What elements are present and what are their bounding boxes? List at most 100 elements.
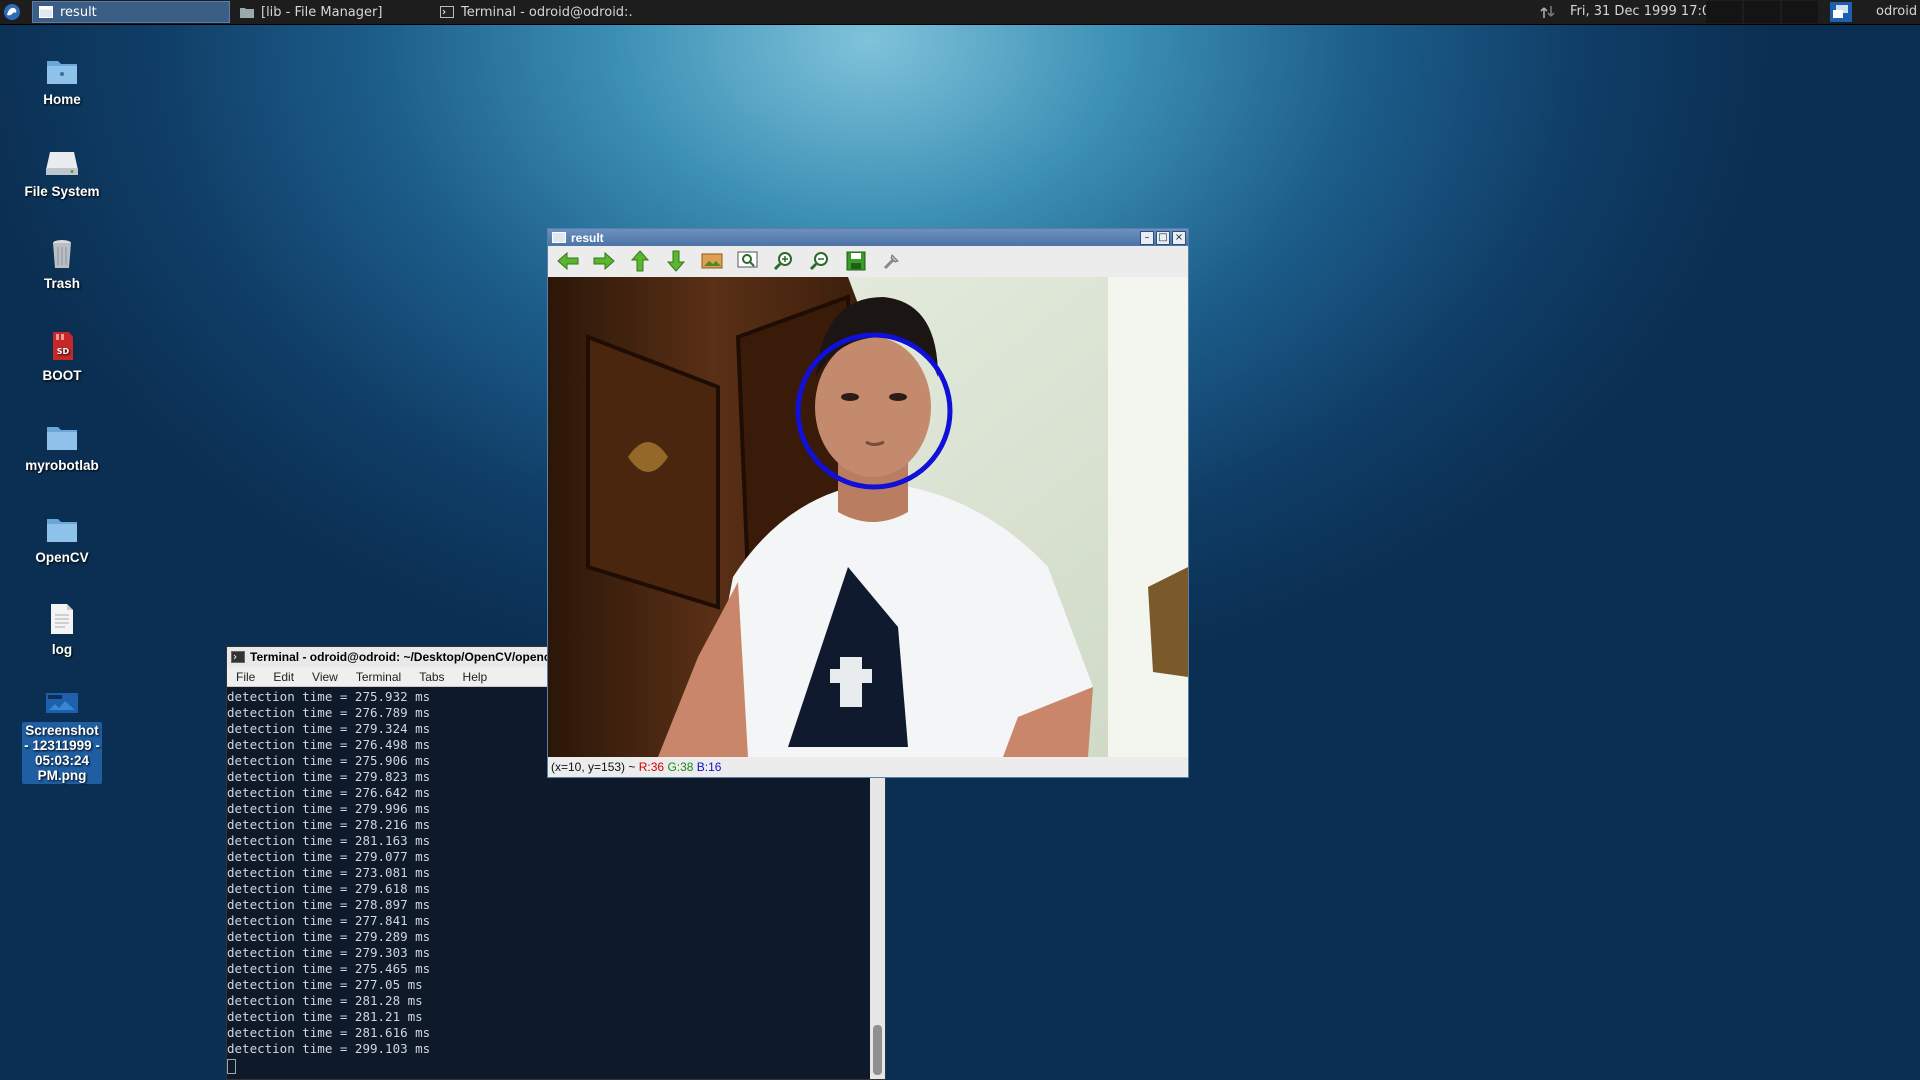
arrow-right-icon	[593, 252, 615, 270]
folder-icon	[47, 519, 77, 542]
desktop-icon-screenshot[interactable]: Screenshot - 12311999 - 05:03:24 PM.png	[22, 690, 102, 784]
terminal-line: detection time = 281.28 ms	[227, 993, 423, 1008]
terminal-line: detection time = 279.077 ms	[227, 849, 431, 864]
terminal-line: detection time = 277.05 ms	[227, 977, 423, 992]
svg-text:SD: SD	[57, 347, 70, 356]
workspace-2[interactable]	[1744, 1, 1780, 23]
terminal-cursor	[227, 1059, 236, 1074]
desktop-icon-trash[interactable]: Trash	[12, 238, 112, 291]
arrow-up-icon	[631, 250, 649, 272]
sd-card-icon: SD	[53, 332, 73, 360]
desktop-icon-label: log	[51, 642, 73, 657]
terminal-icon	[231, 651, 245, 663]
zoom-in-button[interactable]	[770, 249, 798, 273]
menu-edit[interactable]: Edit	[264, 670, 303, 684]
terminal-line: detection time = 276.642 ms	[227, 785, 431, 800]
properties-button[interactable]	[878, 249, 906, 273]
camera-frame[interactable]	[548, 277, 1188, 757]
terminal-line: detection time = 279.996 ms	[227, 801, 431, 816]
pan-right-button[interactable]	[590, 249, 618, 273]
menu-tabs[interactable]: Tabs	[410, 670, 453, 684]
menu-file[interactable]: File	[227, 670, 264, 684]
text-file-icon	[51, 604, 73, 634]
pan-left-button[interactable]	[554, 249, 582, 273]
terminal-line: detection time = 279.618 ms	[227, 881, 431, 896]
terminal-line: detection time = 281.163 ms	[227, 833, 431, 848]
desktop-icon-opencv[interactable]: OpenCV	[12, 516, 112, 565]
pan-up-button[interactable]	[626, 249, 654, 273]
terminal-icon	[440, 6, 454, 18]
terminal-line: detection time = 278.216 ms	[227, 817, 431, 832]
terminal-line: detection time = 275.465 ms	[227, 961, 431, 976]
task-terminal-label: Terminal - odroid@odroid:...	[461, 4, 634, 20]
menu-terminal[interactable]: Terminal	[347, 670, 410, 684]
zoom-in-icon	[773, 252, 792, 271]
desktop-icon-label: myrobotlab	[25, 458, 99, 473]
top-panel: result [lib - File Manager] Terminal - o…	[0, 0, 1920, 25]
minimize-button[interactable]: –	[1140, 231, 1154, 245]
task-file-manager[interactable]: [lib - File Manager]	[234, 1, 430, 23]
menu-view[interactable]: View	[303, 670, 347, 684]
terminal-line: detection time = 299.103 ms	[227, 1041, 431, 1056]
pan-down-button[interactable]	[662, 249, 690, 273]
terminal-line: detection time = 281.616 ms	[227, 1025, 431, 1040]
result-window[interactable]: result – □ × (x=10, y=153) ~ R:36 G:38 B…	[547, 228, 1189, 778]
display-icon[interactable]	[1830, 2, 1852, 22]
desktop-icon-label: BOOT	[42, 368, 82, 383]
terminal-line: detection time = 279.289 ms	[227, 929, 431, 944]
desktop-icon-log[interactable]: log	[12, 602, 112, 657]
user-name[interactable]: odroid	[1876, 4, 1917, 19]
terminal-line: detection time = 279.303 ms	[227, 945, 431, 960]
desktop-icon-file-system[interactable]: File System	[12, 148, 112, 199]
network-icon[interactable]	[1540, 4, 1556, 20]
clock[interactable]: Fri, 31 Dec 1999 17:05	[1570, 4, 1718, 19]
close-button[interactable]: ×	[1172, 231, 1186, 245]
task-terminal[interactable]: Terminal - odroid@odroid:...	[434, 1, 634, 23]
terminal-line: detection time = 273.081 ms	[227, 865, 431, 880]
zoom-out-button[interactable]	[806, 249, 834, 273]
terminal-line: detection time = 278.897 ms	[227, 897, 431, 912]
zoom-fit-icon	[737, 251, 758, 268]
task-result[interactable]: result	[32, 1, 230, 23]
task-file-manager-label: [lib - File Manager]	[261, 4, 383, 20]
result-title: result	[571, 230, 604, 245]
result-toolbar	[548, 246, 1188, 276]
terminal-line: detection time = 281.21 ms	[227, 1009, 423, 1024]
applications-menu-icon[interactable]	[2, 2, 22, 22]
trash-icon	[53, 240, 71, 268]
result-window-controls: – □ ×	[1140, 231, 1186, 245]
zoom-fit-button[interactable]	[734, 249, 762, 273]
terminal-scrollbar-thumb[interactable]	[873, 1025, 882, 1075]
folder-icon	[240, 8, 254, 18]
zoom-reset-button[interactable]	[698, 249, 726, 273]
pixel-blue: B:16	[696, 760, 722, 774]
arrow-left-icon	[557, 252, 579, 270]
menu-help[interactable]: Help	[454, 670, 497, 684]
hard-drive-icon	[46, 152, 78, 175]
terminal-line: detection time = 277.841 ms	[227, 913, 431, 928]
desktop-icon-boot[interactable]: SD BOOT	[12, 330, 112, 383]
zoom-out-icon	[809, 252, 828, 271]
desktop-icon-home[interactable]: Home	[12, 56, 112, 107]
pixel-green: G:38	[667, 760, 694, 774]
desktop-icon-label: Trash	[43, 276, 81, 291]
desktop-icon-label: OpenCV	[35, 550, 89, 565]
desktop-icon-label: Screenshot - 12311999 - 05:03:24 PM.png	[22, 722, 102, 784]
image-file-icon	[46, 693, 78, 713]
task-result-label: result	[60, 4, 97, 20]
home-folder-icon	[47, 61, 77, 84]
maximize-button[interactable]: □	[1156, 231, 1170, 245]
result-statusbar: (x=10, y=153) ~ R:36 G:38 B:16	[548, 757, 1188, 777]
result-titlebar[interactable]: result	[548, 229, 1188, 246]
workspace-3[interactable]	[1782, 1, 1818, 23]
image-icon	[701, 253, 723, 269]
window-icon	[39, 6, 53, 18]
pixel-red: R:36	[638, 760, 665, 774]
desktop-icon-label: Home	[43, 92, 81, 107]
desktop-icon-myrobotlab[interactable]: myrobotlab	[12, 424, 112, 473]
save-button[interactable]	[842, 249, 870, 273]
folder-icon	[47, 427, 77, 450]
arrow-down-icon	[667, 250, 685, 272]
window-icon	[552, 232, 566, 243]
workspace-1[interactable]	[1706, 1, 1742, 23]
